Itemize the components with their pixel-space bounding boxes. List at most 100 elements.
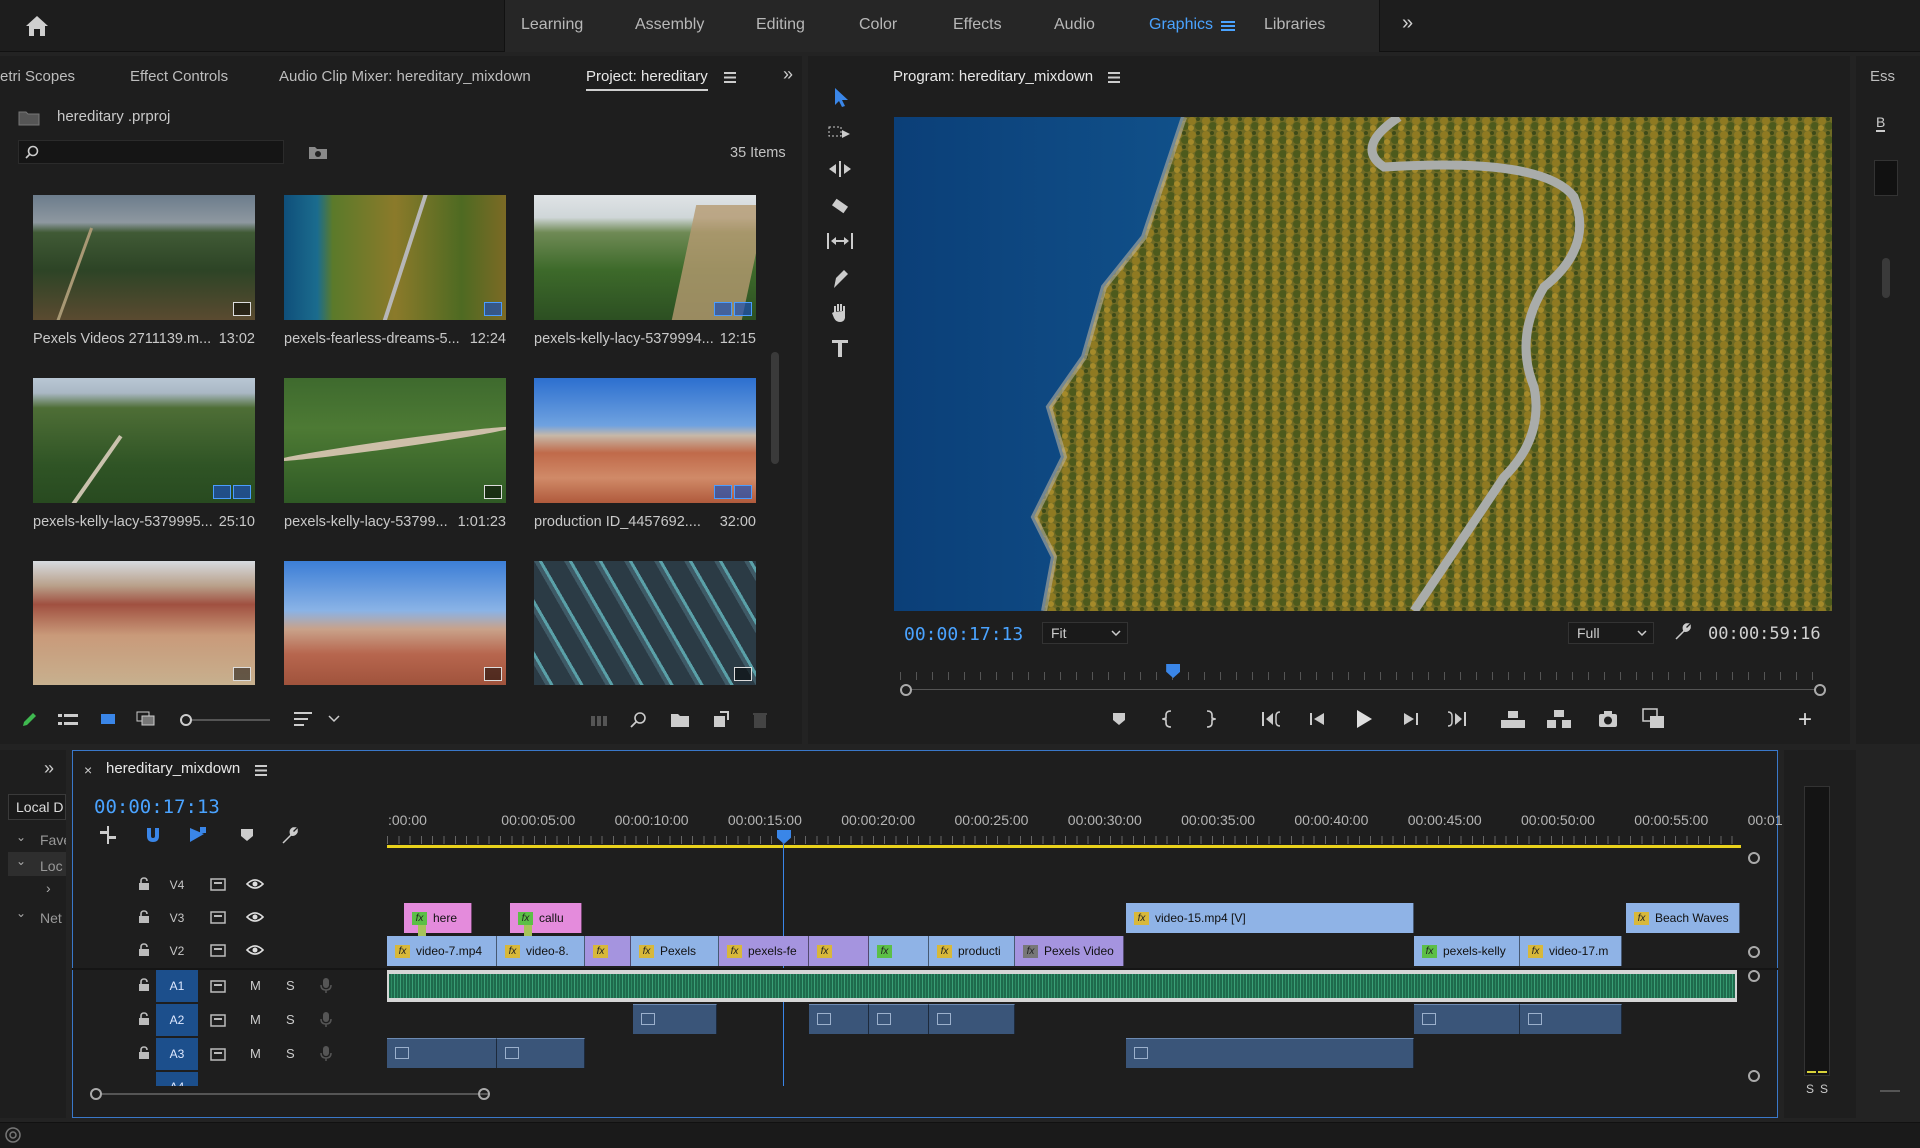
lock-icon[interactable] <box>138 910 150 924</box>
wrench-icon[interactable] <box>1673 622 1693 642</box>
solo-button[interactable]: S <box>286 978 295 993</box>
solo-button[interactable]: S <box>286 1012 295 1027</box>
program-range-end-handle[interactable] <box>1814 684 1826 696</box>
export-frame-icon[interactable] <box>1598 710 1618 728</box>
v2-clip[interactable]: fx Pexels <box>631 936 719 966</box>
zoom-dropdown[interactable]: Fit <box>1042 622 1128 644</box>
meter-solo-right[interactable]: S <box>1820 1082 1828 1096</box>
workspace-tab-learning[interactable]: Learning <box>521 16 583 34</box>
nest-sequence-icon[interactable] <box>98 826 118 844</box>
lock-icon[interactable] <box>138 943 150 957</box>
project-scrollbar[interactable] <box>771 352 779 464</box>
workspace-tab-libraries[interactable]: Libraries <box>1264 16 1325 34</box>
lock-icon[interactable] <box>138 877 150 891</box>
snap-icon[interactable] <box>144 826 162 844</box>
program-range-start-handle[interactable] <box>900 684 912 696</box>
a3-audio-clip[interactable] <box>497 1038 585 1068</box>
workspace-tab-assembly[interactable]: Assembly <box>635 16 704 34</box>
workspace-tab-effects[interactable]: Effects <box>953 16 1002 34</box>
program-current-timecode[interactable]: 00:00:17:13 <box>904 624 1023 645</box>
track-label-v3[interactable]: V3 <box>156 903 198 933</box>
v2-clip[interactable]: fx pexels-kelly <box>1414 936 1520 966</box>
video-scroll-handle-bottom[interactable] <box>1748 946 1760 958</box>
program-monitor-title[interactable]: Program: hereditary_mixdown <box>893 68 1093 85</box>
project-item[interactable] <box>534 561 756 685</box>
a2-audio-clip[interactable] <box>633 1004 717 1034</box>
chevron-right-icon[interactable]: › <box>46 880 51 896</box>
workspace-overflow-button[interactable]: » <box>1402 12 1413 35</box>
a2-audio-clip[interactable] <box>809 1004 869 1034</box>
v2-clip[interactable]: fx pexels-fe <box>719 936 809 966</box>
add-marker-icon[interactable] <box>240 828 254 842</box>
chevron-down-icon[interactable]: ⌄ <box>16 830 26 844</box>
a2-audio-clip[interactable] <box>1520 1004 1622 1034</box>
sync-lock-icon[interactable] <box>210 980 226 993</box>
project-item[interactable] <box>33 561 255 685</box>
play-icon[interactable] <box>1354 708 1374 730</box>
project-search-input[interactable] <box>18 140 284 164</box>
network-item[interactable]: Net <box>40 910 66 926</box>
tab-project[interactable]: Project: hereditary <box>586 68 708 91</box>
mute-button[interactable]: M <box>250 1012 261 1027</box>
icon-view-icon[interactable] <box>100 711 116 727</box>
eye-icon[interactable] <box>246 944 264 956</box>
solo-button[interactable]: S <box>286 1046 295 1061</box>
project-item[interactable]: pexels-kelly-lacy-53799... 1:01:23 <box>284 378 506 530</box>
project-item[interactable]: Pexels Videos 2711139.m... 13:02 <box>33 195 255 347</box>
mute-button[interactable]: M <box>250 978 261 993</box>
v2-clip[interactable]: fx <box>585 936 631 966</box>
favorites-item[interactable]: Fave <box>40 832 66 848</box>
extract-icon[interactable] <box>1546 708 1572 730</box>
local-item[interactable]: Loc <box>40 858 66 874</box>
a3-audio-clip[interactable] <box>1126 1038 1414 1068</box>
panel-menu-icon[interactable] <box>255 765 267 776</box>
pencil-icon[interactable] <box>20 711 38 729</box>
sync-lock-icon[interactable] <box>210 1048 226 1061</box>
timeline-settings-wrench-icon[interactable] <box>280 826 300 846</box>
sequence-tab[interactable]: hereditary_mixdown <box>106 760 240 777</box>
voiceover-mic-icon[interactable] <box>320 977 332 994</box>
project-item[interactable] <box>284 561 506 685</box>
trash-icon[interactable] <box>752 711 768 729</box>
button-editor-add-icon[interactable]: + <box>1798 706 1812 734</box>
panel-overflow-button[interactable]: » <box>44 758 54 779</box>
sync-lock-icon[interactable] <box>210 911 226 924</box>
lock-icon[interactable] <box>138 1046 150 1060</box>
home-icon[interactable] <box>24 14 50 38</box>
a3-audio-clip[interactable] <box>387 1038 497 1068</box>
project-item[interactable]: production ID_4457692.... 32:00 <box>534 378 756 530</box>
local-drives-field[interactable]: Local D <box>8 794 66 820</box>
v3-clip-video-15[interactable]: fx video-15.mp4 [V] <box>1126 903 1414 933</box>
selection-tool-icon[interactable] <box>830 86 852 108</box>
audio-scroll-handle-top[interactable] <box>1748 970 1760 982</box>
lock-icon[interactable] <box>138 978 150 992</box>
linked-selection-icon[interactable] <box>188 826 208 844</box>
v3-clip-beach-waves[interactable]: fx Beach Waves <box>1626 903 1740 933</box>
find-bin-icon[interactable] <box>308 144 328 160</box>
eye-icon[interactable] <box>246 878 264 890</box>
add-marker-icon[interactable] <box>1112 712 1126 726</box>
tab-audio-clip-mixer[interactable]: Audio Clip Mixer: hereditary_mixdown <box>279 68 531 85</box>
v2-clip[interactable]: fx video-8. <box>497 936 585 966</box>
v2-clip[interactable]: fx <box>869 936 929 966</box>
slip-tool-icon[interactable] <box>826 232 854 250</box>
chevron-down-icon[interactable]: ⌄ <box>16 906 26 920</box>
workspace-tab-graphics[interactable]: Graphics <box>1149 16 1213 34</box>
sort-icon[interactable] <box>294 711 314 727</box>
video-scroll-handle-top[interactable] <box>1748 852 1760 864</box>
new-item-icon[interactable] <box>712 711 730 729</box>
v2-clip[interactable]: fx producti <box>929 936 1015 966</box>
track-label-a2[interactable]: A2 <box>156 1004 198 1036</box>
workspace-tab-color[interactable]: Color <box>859 16 897 34</box>
find-icon[interactable] <box>630 711 648 729</box>
lift-icon[interactable] <box>1500 708 1526 730</box>
razor-tool-icon[interactable] <box>830 196 850 216</box>
timeline-timecode[interactable]: 00:00:17:13 <box>94 796 220 818</box>
sync-lock-icon[interactable] <box>210 1014 226 1027</box>
workspace-tab-audio[interactable]: Audio <box>1054 16 1095 34</box>
track-label-a4[interactable]: A4 <box>156 1072 198 1086</box>
v3-clip-callu[interactable]: fx callu <box>510 903 582 933</box>
mark-in-icon[interactable] <box>1162 710 1174 728</box>
program-time-ruler[interactable] <box>900 664 1826 696</box>
pen-tool-icon[interactable] <box>830 268 850 290</box>
